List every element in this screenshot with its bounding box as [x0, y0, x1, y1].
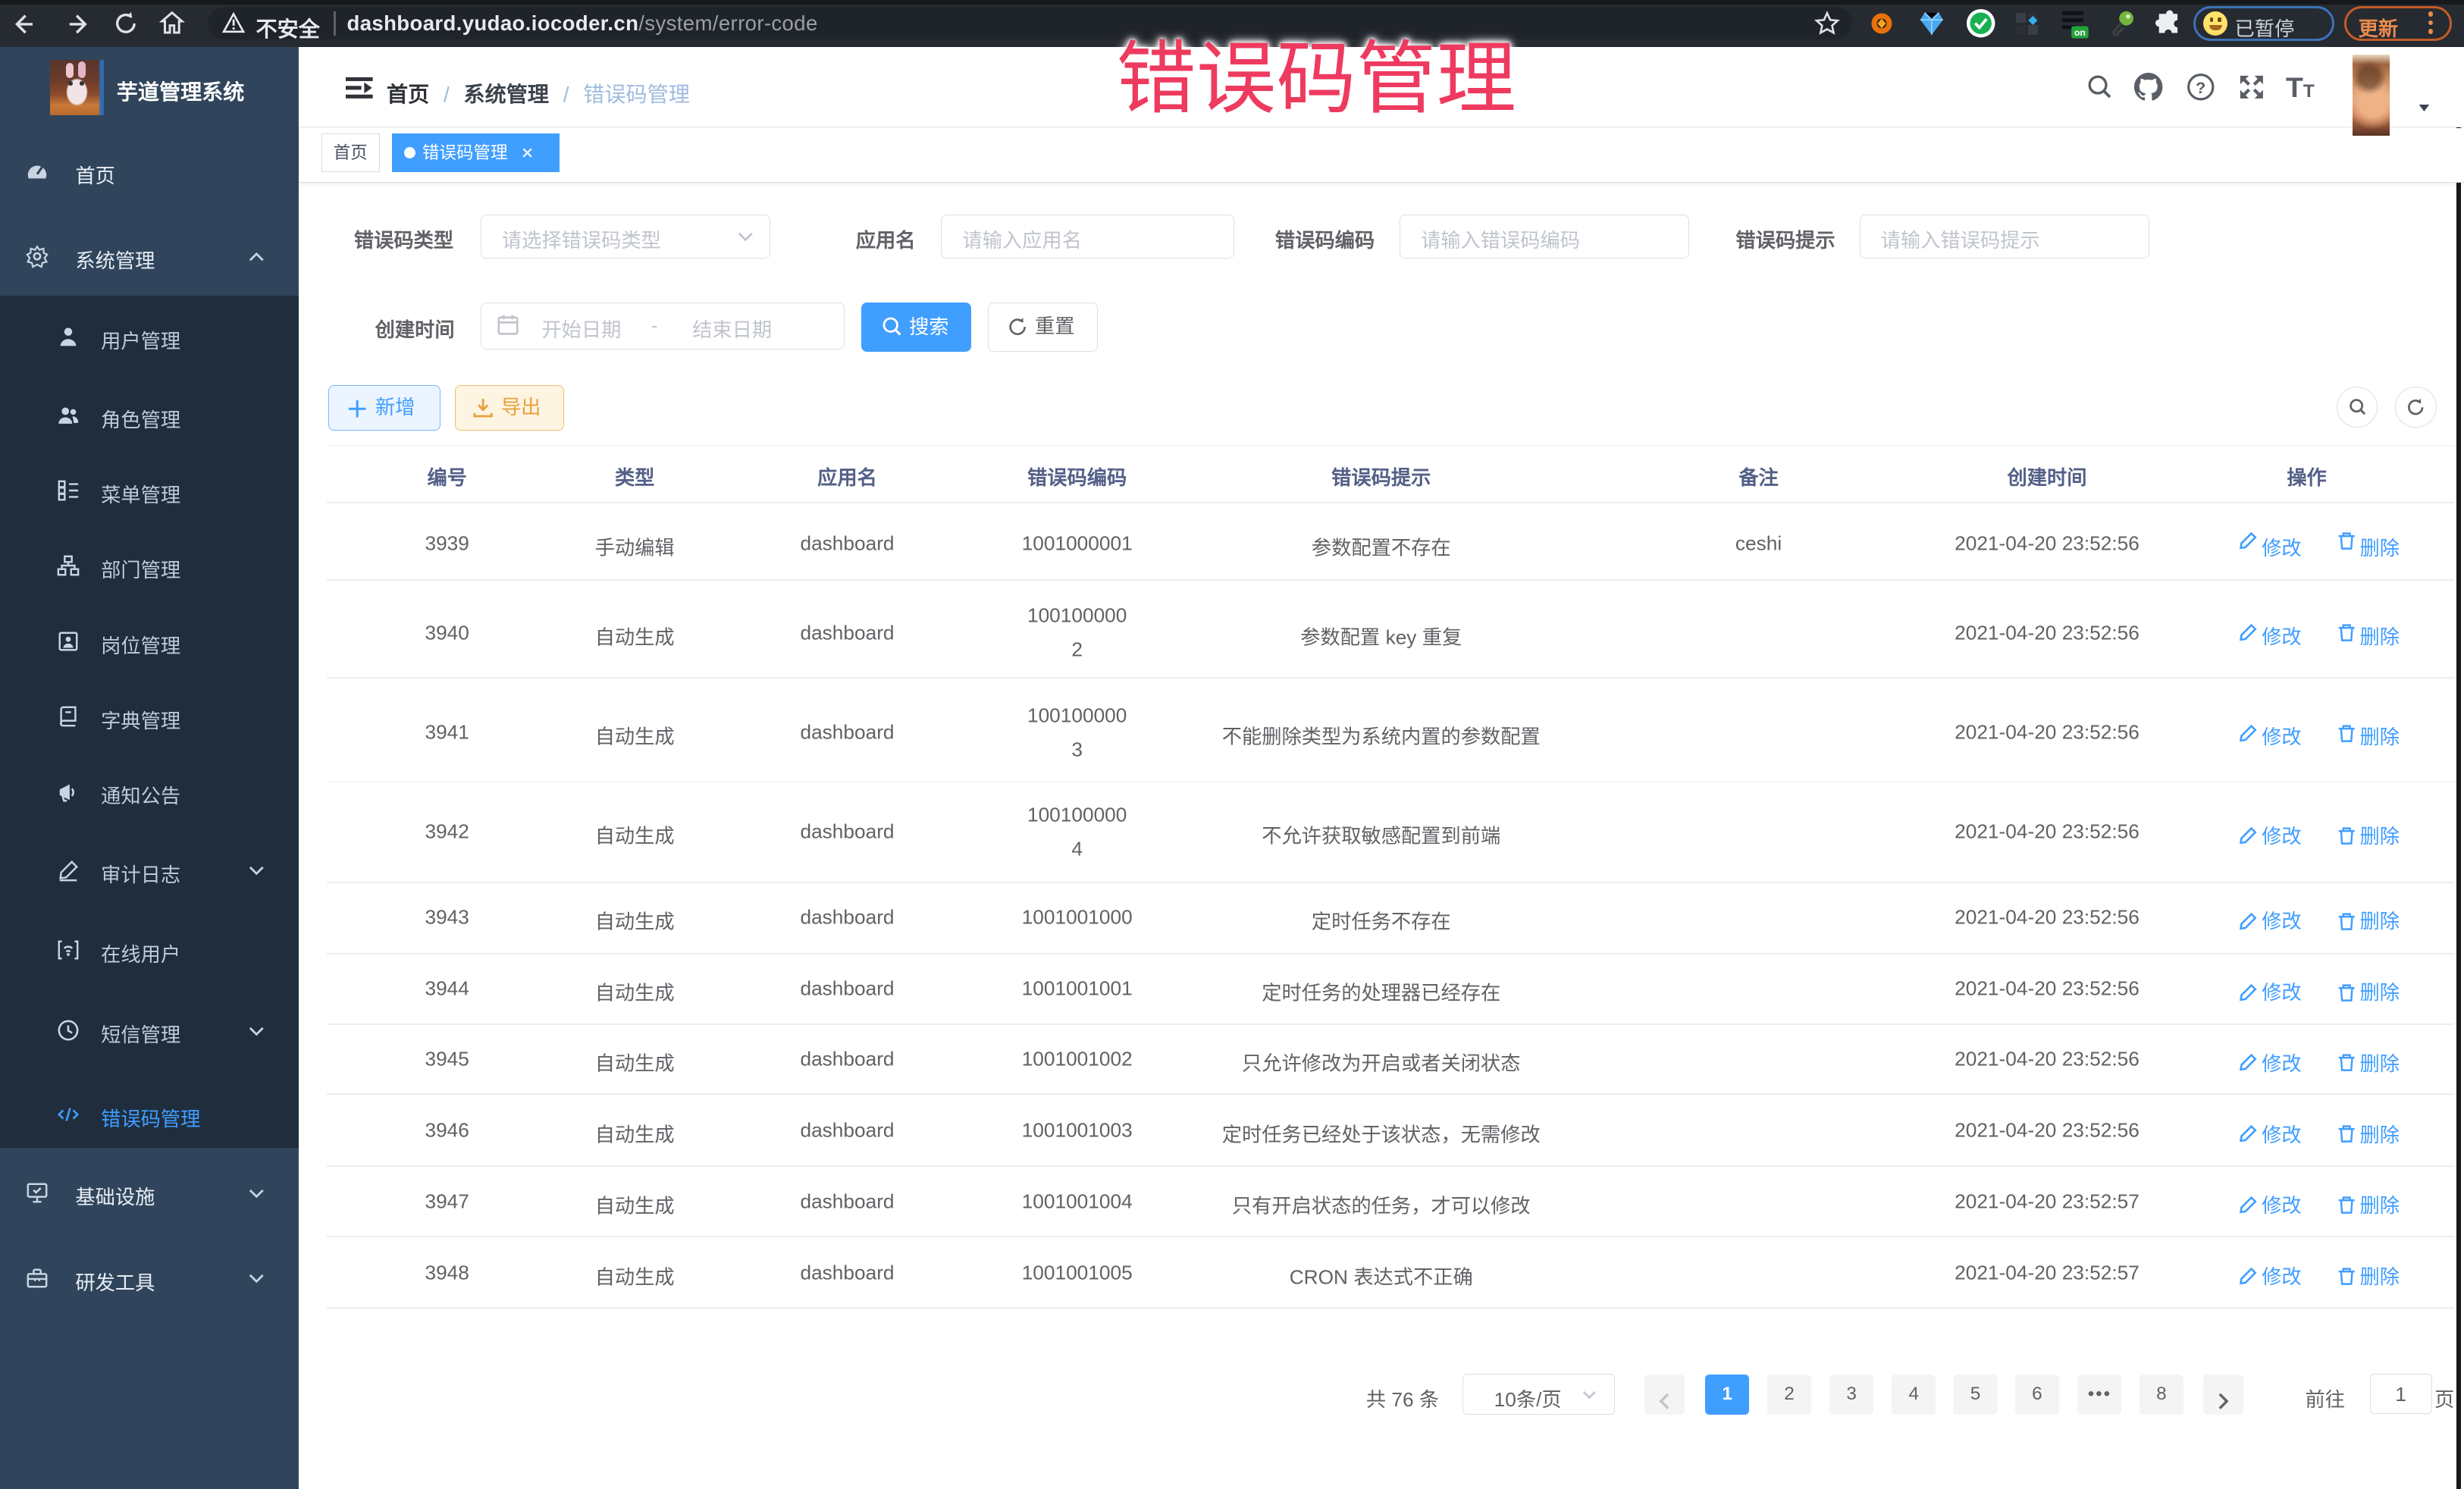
svg-text:on: on [2074, 27, 2086, 38]
svg-text:?: ? [2196, 77, 2205, 96]
